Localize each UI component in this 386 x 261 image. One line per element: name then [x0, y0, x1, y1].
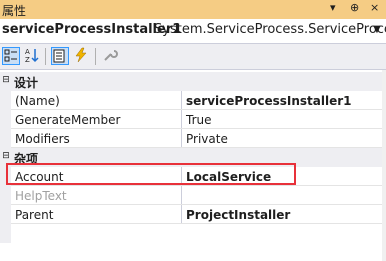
- object-selector[interactable]: serviceProcessInstaller1 System.ServiceP…: [0, 19, 386, 44]
- scrollbar[interactable]: [382, 70, 386, 261]
- property-name: Parent: [15, 208, 54, 222]
- close-icon[interactable]: ×: [370, 1, 379, 14]
- alphabetical-icon[interactable]: AZ: [23, 47, 41, 65]
- pin-icon[interactable]: ⊕: [350, 1, 359, 14]
- window-title: 属性: [2, 4, 27, 18]
- empty-row: [0, 224, 386, 243]
- chevron-down-icon[interactable]: ▼: [370, 24, 384, 38]
- property-row-generatemember[interactable]: GenerateMember True: [0, 110, 386, 129]
- property-value[interactable]: True: [186, 113, 212, 127]
- property-name: Modifiers: [15, 132, 70, 146]
- property-row-parent[interactable]: Parent ProjectInstaller: [0, 205, 386, 224]
- property-name: HelpText: [15, 189, 67, 203]
- property-name: (Name): [15, 94, 60, 108]
- object-type: System.ServiceProcess.ServiceProces: [154, 22, 386, 37]
- category-design[interactable]: ⊟ 设计: [0, 72, 386, 91]
- svg-text:A: A: [25, 48, 30, 56]
- property-row-helptext[interactable]: HelpText: [0, 186, 386, 205]
- wrench-icon[interactable]: [101, 47, 119, 65]
- categorized-icon[interactable]: [2, 47, 20, 65]
- dropdown-icon[interactable]: ▾: [330, 1, 336, 14]
- svg-text:Z: Z: [25, 56, 30, 63]
- property-value[interactable]: ProjectInstaller: [186, 208, 290, 222]
- property-name: GenerateMember: [15, 113, 121, 127]
- property-value[interactable]: Private: [186, 132, 228, 146]
- property-value[interactable]: serviceProcessInstaller1: [186, 94, 352, 108]
- collapse-icon[interactable]: ⊟: [1, 75, 11, 85]
- properties-toolbar: AZ: [0, 44, 386, 70]
- property-row-modifiers[interactable]: Modifiers Private: [0, 129, 386, 148]
- highlight-box: [6, 163, 296, 185]
- collapse-icon[interactable]: ⊟: [1, 151, 11, 161]
- properties-window-titlebar: 属性 ▾ ⊕ ×: [0, 0, 386, 19]
- category-label: 设计: [14, 76, 39, 90]
- property-row-name[interactable]: (Name) serviceProcessInstaller1: [0, 91, 386, 110]
- properties-icon[interactable]: [51, 47, 69, 65]
- events-icon[interactable]: [72, 47, 90, 65]
